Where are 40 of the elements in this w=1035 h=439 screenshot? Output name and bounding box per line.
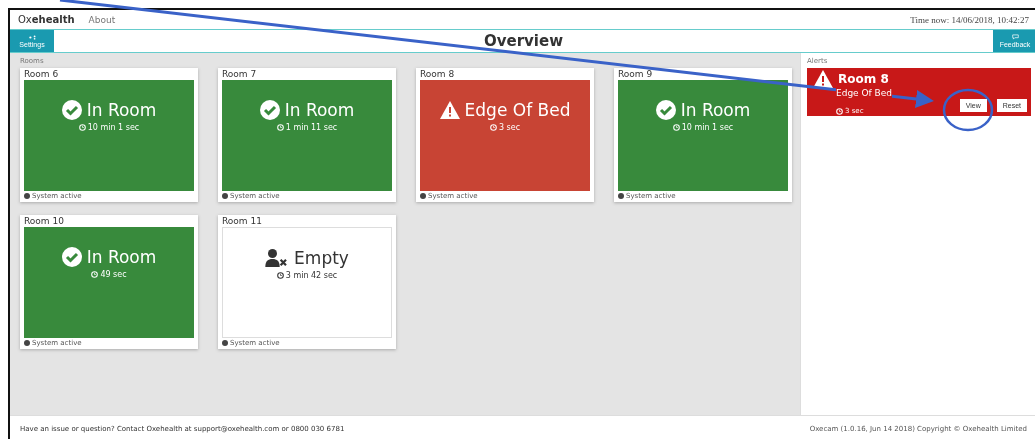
clock-icon — [276, 272, 284, 279]
clock-icon — [91, 271, 99, 278]
room-name: Room 7 — [222, 69, 258, 80]
room-status: Edge Of Bed — [464, 100, 571, 120]
room-name: Room 6 — [24, 69, 60, 80]
clock-icon — [672, 124, 680, 131]
page-title: Overview — [482, 31, 565, 52]
room-status: Empty — [294, 248, 349, 268]
room-name: Room 9 — [618, 69, 654, 80]
warning-icon — [439, 101, 460, 119]
room-name: Room 8 — [420, 69, 456, 80]
settings-icon — [28, 34, 36, 40]
user-remove-icon — [265, 249, 290, 267]
clock-icon — [78, 124, 86, 131]
clock-icon — [489, 124, 497, 131]
room-status: In Room — [680, 100, 751, 120]
room-status: In Room — [284, 100, 355, 120]
status-duration: 1 min 11 sec — [285, 123, 338, 132]
annotation-circle — [942, 88, 994, 132]
room-name: Room 10 — [24, 216, 65, 227]
room-name: Room 11 — [222, 216, 263, 227]
status-duration: 10 min 1 sec — [681, 123, 734, 132]
room-status: In Room — [86, 247, 157, 267]
check-circle-icon — [259, 100, 280, 120]
nav-link[interactable]: About — [88, 14, 116, 25]
status-duration: 49 sec — [100, 270, 127, 279]
check-circle-icon — [655, 100, 676, 120]
clock-icon — [276, 124, 284, 131]
status-duration: 3 min 42 sec — [285, 271, 338, 280]
status-duration: 10 min 1 sec — [87, 123, 140, 132]
current-time: Time now: 14/06/2018, 10:42:27 — [910, 14, 1029, 25]
alert-room: Room 8 — [838, 72, 889, 86]
alert-status: Edge Of Bed — [836, 88, 893, 98]
brand-logo[interactable]: Oxehealth — [18, 14, 75, 25]
clock-icon — [836, 107, 843, 115]
status-duration: 3 sec — [498, 123, 521, 132]
check-circle-icon — [61, 100, 82, 120]
speech-bubble-icon — [1011, 34, 1019, 40]
check-circle-icon — [61, 247, 82, 267]
room-status: In Room — [86, 100, 157, 120]
